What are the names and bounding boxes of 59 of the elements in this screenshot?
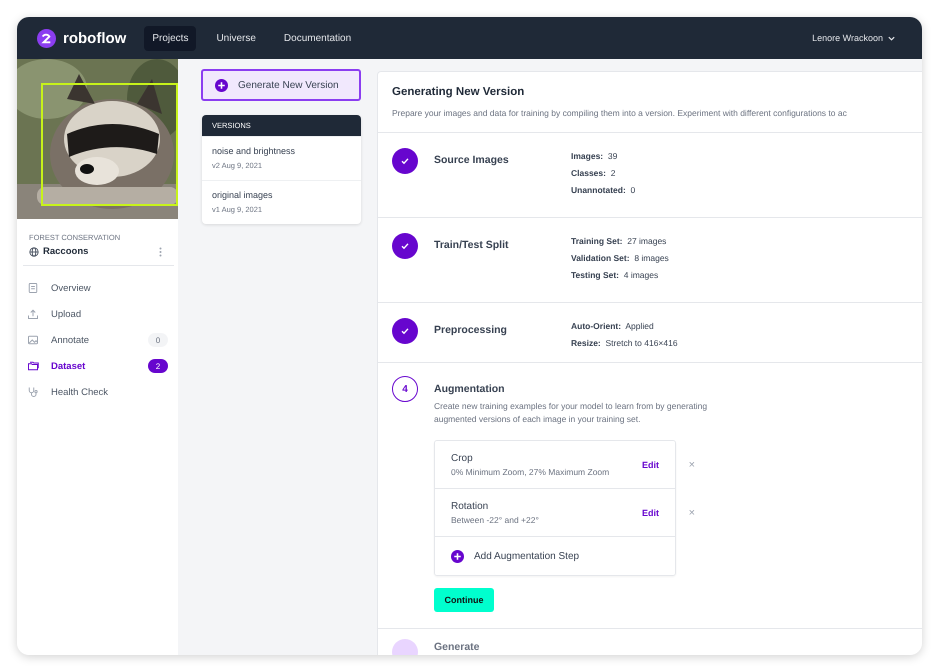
logo-icon	[37, 28, 56, 48]
logo-text: roboflow	[63, 30, 126, 46]
step-title: Train/Test Split	[434, 238, 510, 253]
folders-icon	[27, 360, 39, 372]
document-icon	[27, 282, 39, 294]
generate-version-button[interactable]: Generate New Version	[201, 69, 361, 101]
augmentation-detail: Between -22° and +22°	[451, 514, 540, 524]
step-title: Augmentation	[434, 383, 506, 395]
card-description: Prepare your images and data for training by compiling them into a version. Experiment with different configurations to ac	[392, 108, 848, 118]
step-description: Create new training examples for your model to learn from by generating augmented versions of each image in your training set.	[434, 400, 708, 426]
plus-circle-icon	[215, 78, 228, 92]
augmentation-detail: 0% Minimum Zoom, 27% Maximum Zoom	[451, 466, 610, 476]
sidebar-item[interactable]: Annotate 0	[17, 330, 178, 350]
augmentation-name: Crop	[451, 452, 474, 464]
step-title: Generate	[434, 640, 481, 655]
version-name: noise and brightness	[212, 146, 296, 156]
sidebar-item-label: Upload	[51, 308, 82, 320]
count-badge: 0	[148, 333, 168, 347]
step-title: Source Images	[434, 153, 510, 168]
upload-icon	[27, 308, 39, 320]
card-title: Generating New Version	[392, 86, 526, 98]
check-circle-icon	[392, 318, 418, 344]
step-detail: Resize: Stretch to 416×416	[571, 338, 678, 348]
continue-button[interactable]: Continue	[434, 588, 494, 612]
step-detail: Auto-Orient: Applied	[571, 321, 655, 331]
sidebar-item[interactable]: Health Check	[17, 382, 178, 402]
project-name: Raccoons	[43, 246, 90, 257]
step-detail: Images: 39	[571, 151, 618, 161]
step-detail: Validation Set: 8 images	[571, 253, 669, 263]
count-badge: 2	[148, 359, 168, 373]
sidebar-item-label: Dataset	[51, 360, 86, 372]
edit-link[interactable]: Edit	[642, 508, 659, 518]
sidebar-item-label: Overview	[51, 282, 92, 294]
nav-tab[interactable]: Universe	[208, 26, 264, 50]
augmentation-name: Rotation	[451, 500, 490, 512]
globe-icon	[29, 246, 39, 256]
step-detail: Unannotated: 0	[571, 185, 636, 195]
check-circle-icon	[392, 233, 418, 259]
step-detail: Classes: 2	[571, 168, 616, 178]
step-title: Preprocessing	[434, 323, 508, 338]
sidebar-item-label: Health Check	[51, 386, 110, 398]
step-number: 4	[392, 376, 418, 402]
add-augmentation-button[interactable]: Add Augmentation Step	[435, 537, 675, 575]
step-detail: Training Set: 27 images	[571, 236, 668, 246]
stethoscope-icon	[27, 386, 39, 398]
sidebar-item[interactable]: Dataset 2	[17, 356, 178, 376]
more-icon[interactable]	[159, 246, 162, 256]
image-icon	[27, 334, 39, 346]
nav-tab[interactable]: Projects	[144, 26, 196, 50]
version-name: original images	[212, 190, 274, 200]
nav-tab[interactable]: Documentation	[276, 26, 360, 50]
check-circle-icon	[392, 148, 418, 174]
user-menu[interactable]: Lenore Wrackoon	[806, 32, 902, 44]
plus-circle-icon	[451, 550, 464, 562]
edit-link[interactable]: Edit	[642, 460, 659, 470]
step-detail: Testing Set: 4 images	[571, 270, 660, 280]
sidebar-item[interactable]: Upload	[17, 304, 178, 324]
sidebar-item-label: Annotate	[51, 334, 90, 346]
sidebar-item[interactable]: Overview	[17, 278, 178, 298]
